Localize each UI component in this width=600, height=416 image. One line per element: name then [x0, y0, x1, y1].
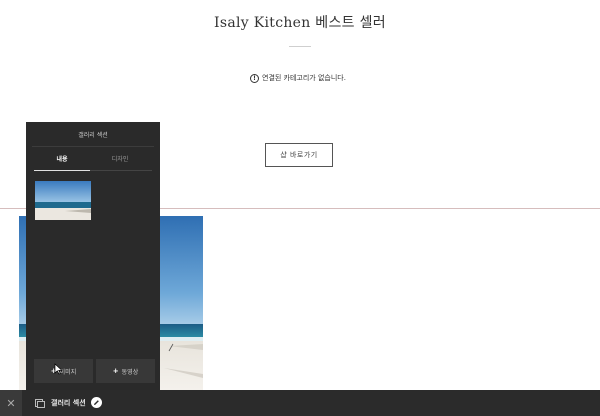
- edit-section-button[interactable]: [91, 397, 102, 408]
- add-image-button[interactable]: + 이미지: [34, 359, 93, 383]
- gallery-thumbnail[interactable]: [35, 181, 91, 220]
- add-video-label: 동영상: [121, 368, 139, 376]
- page-title: Isaly Kitchen 베스트 셀러: [214, 15, 386, 31]
- close-button[interactable]: ✕: [0, 390, 22, 416]
- tab-content[interactable]: 내용: [34, 154, 90, 163]
- plus-icon: +: [112, 367, 119, 375]
- active-tab-indicator: [34, 170, 90, 171]
- gallery-section-panel: 갤러리 섹션 내용 디자인 + 이미지 + 동영상: [26, 122, 160, 390]
- bottom-toolbar: ✕ 갤러리 섹션: [0, 390, 600, 416]
- pencil-icon: [94, 400, 99, 405]
- panel-header-line: [32, 146, 154, 147]
- mouse-cursor-icon: [54, 363, 63, 375]
- tab-divider-line: [90, 170, 152, 171]
- close-icon: ✕: [6, 396, 16, 410]
- section-name-label: 갤러리 섹션: [51, 399, 86, 407]
- title-underline: [289, 46, 311, 47]
- panel-title: 갤러리 섹션: [78, 132, 108, 139]
- info-icon: !: [250, 73, 259, 83]
- notice-text: 연결된 카테고리가 없습니다.: [262, 74, 346, 82]
- gallery-section-icon: [35, 399, 45, 408]
- tab-design[interactable]: 디자인: [92, 154, 148, 163]
- add-video-button[interactable]: + 동영상: [96, 359, 155, 383]
- shop-shortcut-button[interactable]: 샵 바로가기: [265, 143, 333, 167]
- no-category-notice: ! 연결된 카테고리가 없습니다.: [250, 73, 346, 83]
